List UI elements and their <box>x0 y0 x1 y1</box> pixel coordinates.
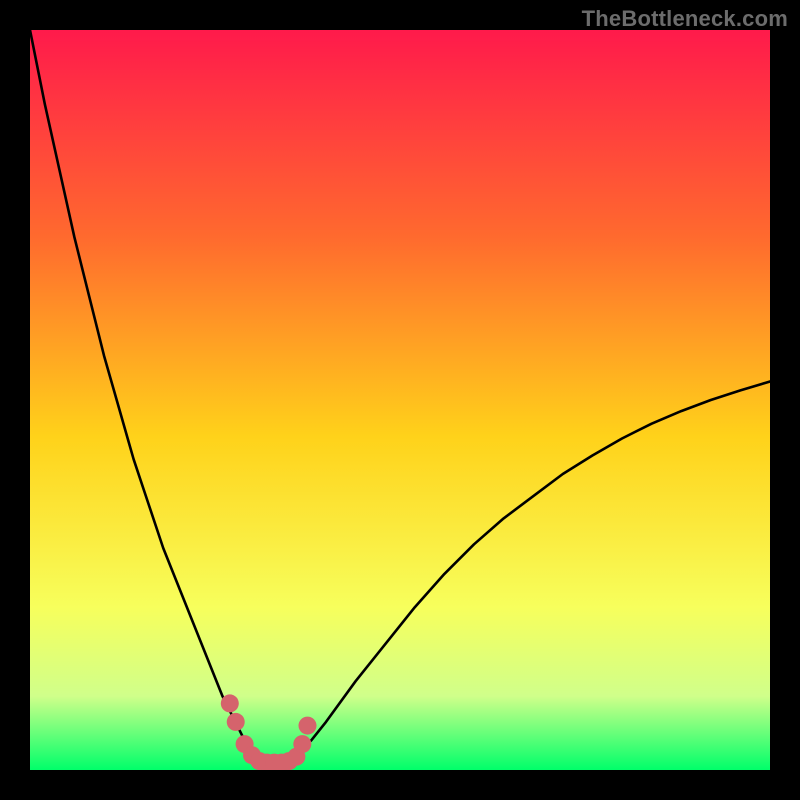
gradient-bg <box>30 30 770 770</box>
watermark-text: TheBottleneck.com <box>582 6 788 32</box>
outer-frame: TheBottleneck.com <box>0 0 800 800</box>
highlight-dot <box>293 735 311 753</box>
highlight-dot <box>299 717 317 735</box>
chart-svg <box>30 30 770 770</box>
highlight-dot <box>221 694 239 712</box>
chart-area <box>30 30 770 770</box>
highlight-dot <box>227 713 245 731</box>
